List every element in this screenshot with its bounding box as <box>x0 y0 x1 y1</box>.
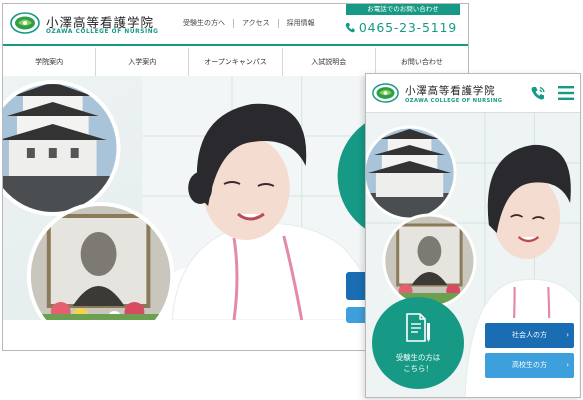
phone-icon <box>345 23 355 33</box>
adult-applicants-label: 社会人の方 <box>512 331 547 339</box>
mobile-header: 小澤高等看護学院 OZAWA COLLEGE OF NURSING <box>366 74 580 112</box>
mobile-screenshot: 小澤高等看護学院 OZAWA COLLEGE OF NURSING 受験生の方は… <box>365 73 581 398</box>
highschool-students-button[interactable]: 高校生の方 › <box>485 353 574 378</box>
nav-item-admission[interactable]: 入学案内 <box>96 48 190 76</box>
nav-item-open-campus[interactable]: オープンキャンパス <box>189 48 283 76</box>
top-link-recruit[interactable]: 採用情報 <box>279 19 323 28</box>
adult-applicants-button[interactable]: 社会人の方 › <box>485 323 574 348</box>
desktop-header: 小澤高等看護学院 OZAWA COLLEGE OF NURSING 受験生の方へ… <box>3 4 468 44</box>
document-pen-icon <box>406 313 430 342</box>
highschool-students-label: 高校生の方 <box>512 361 547 369</box>
chevron-right-icon: › <box>566 331 569 339</box>
audience-buttons: 社会人の方 › 高校生の方 › <box>480 318 578 390</box>
cta-label: 受験生の方は こちら！ <box>395 353 441 373</box>
header-divider <box>3 44 468 46</box>
top-link-applicants[interactable]: 受験生の方へ <box>175 19 234 28</box>
school-logo-icon[interactable] <box>10 12 40 34</box>
school-name[interactable]: 小澤高等看護学院 <box>405 83 495 98</box>
nav-item-contact[interactable]: お問い合わせ <box>376 48 468 76</box>
phone-icon[interactable] <box>530 85 546 101</box>
nav-item-about[interactable]: 学院案内 <box>3 48 97 76</box>
top-links: 受験生の方へ アクセス 採用情報 <box>175 19 323 28</box>
applicants-cta-button[interactable]: 受験生の方は こちら！ <box>372 297 464 389</box>
chevron-right-icon: › <box>566 361 569 369</box>
phone-inquiry-banner: お電話でのお問い合わせ <box>346 4 460 15</box>
top-link-access[interactable]: アクセス <box>234 19 279 28</box>
hamburger-menu-icon[interactable] <box>558 86 574 100</box>
nav-item-exam-briefing[interactable]: 入試説明会 <box>283 48 376 76</box>
school-logo-icon[interactable] <box>372 83 399 103</box>
phone-number[interactable]: 0465-23-5119 <box>359 20 457 35</box>
school-name-english: OZAWA COLLEGE OF NURSING <box>46 29 159 35</box>
global-nav: 学院案内 入学案内 オープンキャンパス 入試説明会 お問い合わせ <box>3 48 468 76</box>
school-name-english: OZAWA COLLEGE OF NURSING <box>405 98 503 104</box>
phone-contact[interactable]: 0465-23-5119 <box>345 20 457 35</box>
